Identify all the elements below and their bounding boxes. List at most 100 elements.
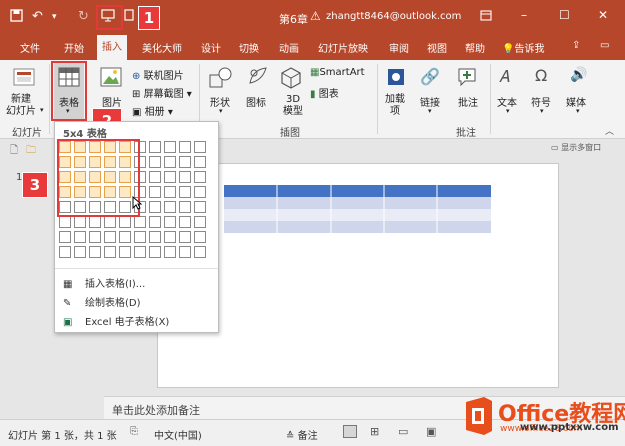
tab-file[interactable]: 文件 bbox=[20, 40, 40, 55]
grid-cell[interactable] bbox=[194, 156, 206, 168]
tell-me[interactable]: 💡告诉我 bbox=[502, 40, 544, 55]
grid-cell[interactable] bbox=[179, 171, 191, 183]
grid-cell[interactable] bbox=[89, 216, 101, 228]
undo-dropdown-icon[interactable]: ▾ bbox=[52, 12, 57, 22]
shapes-dropdown-icon[interactable]: ▾ bbox=[219, 107, 223, 115]
thumb-view-icon[interactable]: 🗋 bbox=[10, 143, 18, 160]
minimize-icon[interactable]: – bbox=[521, 8, 527, 22]
icons-button[interactable]: 图标 bbox=[246, 94, 266, 109]
show-multi-window[interactable]: ▭ 显示多窗口 bbox=[551, 142, 601, 153]
collapse-ribbon-icon[interactable]: ︿ bbox=[605, 124, 614, 137]
grid-cell[interactable] bbox=[179, 201, 191, 213]
grid-cell[interactable] bbox=[149, 171, 161, 183]
grid-cell[interactable] bbox=[149, 201, 161, 213]
comment-button[interactable]: 批注 bbox=[458, 94, 478, 109]
text-dropdown-icon[interactable]: ▾ bbox=[506, 107, 510, 115]
grid-cell[interactable] bbox=[104, 216, 116, 228]
tab-design[interactable]: 设计 bbox=[201, 40, 221, 55]
grid-cell[interactable] bbox=[104, 231, 116, 243]
grid-cell[interactable] bbox=[119, 216, 131, 228]
tab-animations[interactable]: 动画 bbox=[279, 40, 299, 55]
language[interactable]: 中文(中国) bbox=[154, 427, 202, 442]
reading-view-icon[interactable]: ▭ bbox=[398, 425, 408, 438]
album-button[interactable]: ▣ 相册 ▾ bbox=[132, 103, 173, 118]
slide-sorter-icon[interactable]: ⊞ bbox=[370, 425, 379, 438]
grid-cell[interactable] bbox=[59, 231, 71, 243]
screenshot-button[interactable]: ⊞ 屏幕截图 ▾ bbox=[132, 85, 192, 100]
grid-cell[interactable] bbox=[194, 171, 206, 183]
menu-excel-table[interactable]: ▣ Excel 电子表格(X) bbox=[63, 313, 169, 328]
grid-cell[interactable] bbox=[164, 246, 176, 258]
grid-cell[interactable] bbox=[179, 231, 191, 243]
grid-cell[interactable] bbox=[179, 246, 191, 258]
tab-insert[interactable]: 插入 bbox=[97, 35, 127, 60]
grid-cell[interactable] bbox=[179, 216, 191, 228]
close-icon[interactable]: ✕ bbox=[598, 8, 608, 22]
grid-cell[interactable] bbox=[164, 231, 176, 243]
undo-icon[interactable]: ↶ bbox=[32, 9, 43, 24]
addins-button[interactable]: 加载 项 bbox=[385, 94, 405, 118]
outline-view-icon[interactable]: 🗀 bbox=[26, 143, 36, 160]
grid-cell[interactable] bbox=[149, 186, 161, 198]
grid-cell[interactable] bbox=[134, 246, 146, 258]
grid-cell[interactable] bbox=[149, 141, 161, 153]
grid-cell[interactable] bbox=[179, 186, 191, 198]
tab-transitions[interactable]: 切换 bbox=[239, 40, 259, 55]
3d-model-button[interactable]: 3D 模型 bbox=[283, 94, 303, 118]
grid-cell[interactable] bbox=[59, 216, 71, 228]
picture-button[interactable]: 图片 bbox=[102, 94, 122, 109]
tab-view[interactable]: 视图 bbox=[427, 40, 447, 55]
grid-cell[interactable] bbox=[119, 231, 131, 243]
grid-cell[interactable] bbox=[179, 156, 191, 168]
grid-cell[interactable] bbox=[134, 231, 146, 243]
smartart-button[interactable]: ▦SmartArt bbox=[310, 67, 365, 78]
new-slide-dropdown-icon[interactable]: ▾ bbox=[40, 106, 44, 114]
menu-insert-table[interactable]: ▦ 插入表格(I)... bbox=[63, 275, 145, 290]
grid-cell[interactable] bbox=[194, 201, 206, 213]
tab-slideshow[interactable]: 幻灯片放映 bbox=[318, 40, 368, 55]
grid-cell[interactable] bbox=[74, 216, 86, 228]
grid-cell[interactable] bbox=[164, 156, 176, 168]
notes-toggle[interactable]: ≙ 备注 bbox=[286, 427, 318, 442]
grid-cell[interactable] bbox=[194, 246, 206, 258]
grid-cell[interactable] bbox=[179, 141, 191, 153]
spellcheck-icon[interactable]: ⎘ bbox=[130, 426, 138, 437]
symbol-dropdown-icon[interactable]: ▾ bbox=[540, 107, 544, 115]
grid-cell[interactable] bbox=[59, 246, 71, 258]
grid-cell[interactable] bbox=[149, 246, 161, 258]
chart-button[interactable]: ▮ 图表 bbox=[310, 85, 339, 100]
save-icon[interactable] bbox=[10, 9, 23, 26]
grid-cell[interactable] bbox=[149, 156, 161, 168]
tab-home[interactable]: 开始 bbox=[64, 40, 84, 55]
grid-cell[interactable] bbox=[74, 246, 86, 258]
tab-review[interactable]: 审阅 bbox=[389, 40, 409, 55]
link-dropdown-icon[interactable]: ▾ bbox=[428, 107, 432, 115]
normal-view-icon[interactable] bbox=[343, 425, 357, 438]
maximize-icon[interactable]: ☐ bbox=[559, 8, 570, 22]
grid-cell[interactable] bbox=[164, 186, 176, 198]
grid-cell[interactable] bbox=[149, 231, 161, 243]
grid-cell[interactable] bbox=[164, 171, 176, 183]
grid-cell[interactable] bbox=[134, 216, 146, 228]
grid-cell[interactable] bbox=[164, 201, 176, 213]
online-picture-button[interactable]: ⊕ 联机图片 bbox=[132, 67, 184, 82]
ribbon-display-icon[interactable] bbox=[480, 10, 492, 24]
grid-cell[interactable] bbox=[164, 216, 176, 228]
account-email[interactable]: zhangtt8464@outlook.com bbox=[326, 11, 461, 22]
grid-cell[interactable] bbox=[164, 141, 176, 153]
grid-cell[interactable] bbox=[194, 216, 206, 228]
share-icon[interactable]: ⇪ bbox=[572, 40, 580, 51]
grid-cell[interactable] bbox=[194, 231, 206, 243]
grid-cell[interactable] bbox=[104, 246, 116, 258]
slideshow-view-icon[interactable]: ▣ bbox=[426, 425, 436, 438]
grid-cell[interactable] bbox=[149, 216, 161, 228]
comments-icon[interactable]: ▭ bbox=[600, 40, 609, 51]
tab-meihua[interactable]: 美化大师 bbox=[142, 40, 182, 55]
grid-cell[interactable] bbox=[89, 231, 101, 243]
menu-draw-table[interactable]: ✎ 绘制表格(D) bbox=[63, 294, 141, 309]
customize-qat-icon[interactable] bbox=[124, 9, 134, 25]
tab-help[interactable]: 帮助 bbox=[465, 40, 485, 55]
grid-cell[interactable] bbox=[194, 141, 206, 153]
grid-cell[interactable] bbox=[89, 246, 101, 258]
new-slide-button[interactable]: 新建 幻灯片 bbox=[6, 94, 36, 118]
